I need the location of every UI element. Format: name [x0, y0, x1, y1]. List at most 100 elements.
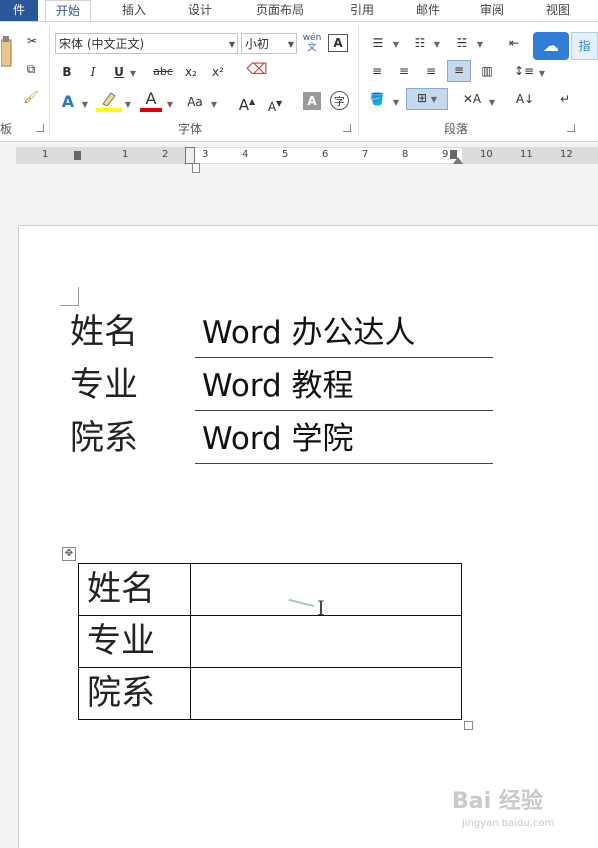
paste-icon[interactable]: [0, 36, 14, 75]
cloud-icon[interactable]: ☁: [533, 32, 569, 60]
borders-icon[interactable]: ⊞ ▼: [406, 88, 448, 110]
change-case-button[interactable]: Aa: [182, 92, 208, 112]
show-marks-icon[interactable]: ↵: [555, 90, 575, 108]
first-line-indent-marker[interactable]: [185, 147, 195, 164]
ruler-number: 10: [480, 149, 493, 160]
grow-font-button[interactable]: A▲: [236, 92, 258, 115]
ruler-number: 8: [402, 149, 409, 160]
grow-font-text: A: [238, 96, 250, 114]
chevron-down-icon[interactable]: ▼: [432, 34, 442, 54]
align-right-icon[interactable]: ≡: [420, 62, 442, 80]
justify-icon[interactable]: ≡: [447, 60, 471, 82]
clear-formatting-icon[interactable]: ⌫: [246, 60, 268, 78]
line-value[interactable]: Word 办公达人: [202, 313, 416, 353]
superscript-button[interactable]: x²: [208, 62, 228, 82]
chevron-down-icon[interactable]: ▼: [209, 94, 219, 114]
format-painter-icon[interactable]: 🖌: [20, 88, 42, 106]
margin-corner-mark: [60, 287, 79, 306]
chevron-down-icon[interactable]: ▼: [537, 63, 547, 83]
font-group-label: 字体: [178, 122, 203, 136]
bold-button[interactable]: B: [58, 62, 76, 82]
chevron-down-icon[interactable]: ▼: [123, 94, 133, 114]
tab-references[interactable]: 引用: [336, 0, 388, 21]
left-indent-marker[interactable]: [192, 163, 200, 173]
ruler-number: 7: [362, 149, 369, 160]
line-label: 专业: [70, 365, 138, 405]
table-cell[interactable]: [191, 616, 461, 667]
font-launcher[interactable]: [343, 124, 351, 132]
cut-icon[interactable]: ✂: [22, 32, 42, 50]
chevron-down-icon[interactable]: ▼: [165, 94, 175, 114]
ruler-number: 5: [282, 149, 289, 160]
table-cell[interactable]: 专业: [79, 616, 191, 667]
char-border-icon[interactable]: A: [328, 34, 348, 52]
underline-button[interactable]: U: [110, 62, 128, 82]
chevron-down-icon[interactable]: ▼: [391, 92, 401, 112]
line-label: 姓名: [70, 312, 138, 352]
line-value[interactable]: Word 学院: [202, 419, 354, 459]
phonetic-guide-icon[interactable]: wén 文: [301, 33, 323, 53]
chevron-down-icon[interactable]: ▼: [128, 63, 138, 83]
ruler-number: 4: [242, 149, 249, 160]
tab-view[interactable]: 视图: [532, 0, 584, 21]
chevron-down-icon[interactable]: ▼: [80, 94, 90, 114]
info-table[interactable]: 姓名 专业 院系: [78, 563, 462, 720]
ruler-number: 3: [202, 149, 209, 160]
tab-mailings[interactable]: 邮件: [402, 0, 454, 21]
table-cell[interactable]: 院系: [79, 668, 191, 720]
tab-insert[interactable]: 插入: [108, 0, 160, 21]
table-cell[interactable]: [191, 564, 461, 615]
italic-button[interactable]: I: [84, 62, 102, 82]
subscript-button[interactable]: x₂: [181, 62, 201, 82]
bullets-icon[interactable]: ☰: [366, 34, 390, 52]
asian-layout-icon[interactable]: ✕A: [460, 90, 484, 108]
sort-icon[interactable]: A↓: [513, 90, 537, 108]
copy-icon[interactable]: ⧉: [20, 60, 42, 78]
chevron-down-icon[interactable]: ▼: [475, 34, 485, 54]
chevron-down-icon[interactable]: ▼: [391, 34, 401, 54]
paragraph-launcher[interactable]: [567, 124, 575, 132]
horizontal-ruler[interactable]: 1 1 2 3 4 5 6 7 8 9 10 11 12: [16, 147, 598, 164]
distributed-icon[interactable]: ▥: [476, 62, 498, 80]
watermark-url: jingyan.baidu.com: [462, 818, 555, 829]
ruler-number: 6: [322, 149, 329, 160]
table-cell[interactable]: [191, 668, 461, 720]
shrink-font-button[interactable]: A▼: [264, 94, 286, 117]
char-shading-button[interactable]: A: [303, 92, 321, 110]
font-color-button[interactable]: A: [140, 90, 162, 112]
chevron-down-icon[interactable]: ▼: [487, 92, 497, 112]
align-center-icon[interactable]: ≡: [393, 62, 415, 80]
chevron-down-icon[interactable]: ▼: [229, 34, 235, 55]
tab-page-layout[interactable]: 页面布局: [240, 0, 320, 21]
tab-home[interactable]: 开始: [45, 0, 91, 23]
align-left-icon[interactable]: ≡: [366, 62, 388, 80]
table-cell[interactable]: 姓名: [79, 564, 191, 615]
multilevel-list-icon[interactable]: ☵: [450, 34, 474, 52]
tab-design[interactable]: 设计: [172, 0, 228, 21]
shading-icon[interactable]: 🪣: [366, 90, 388, 108]
highlight-color-icon[interactable]: [96, 90, 122, 112]
underline: [195, 463, 493, 464]
tab-review[interactable]: 审阅: [466, 0, 518, 21]
ribbon: ✂ ⧉ 🖌 板 宋体 (中文正文) ▼ 小初 ▼ wén 文 A B I U ▼ …: [0, 21, 598, 142]
font-size-combo[interactable]: 小初 ▼: [241, 33, 297, 54]
column-marker[interactable]: [74, 151, 81, 160]
table-resize-handle[interactable]: [464, 721, 473, 730]
right-indent-marker[interactable]: [453, 157, 463, 164]
text-effects-button[interactable]: A: [58, 92, 78, 112]
chevron-down-icon[interactable]: ▼: [288, 34, 294, 55]
strikethrough-button[interactable]: abc: [150, 62, 176, 82]
clipboard-launcher[interactable]: [36, 124, 44, 132]
line-value[interactable]: Word 教程: [202, 366, 354, 406]
table-move-handle-icon[interactable]: ✥: [62, 547, 76, 561]
ruler-number: 1: [122, 149, 129, 160]
line-spacing-icon[interactable]: ↕≡: [513, 62, 535, 80]
table-row-label: 姓名: [87, 569, 155, 609]
enclose-char-button[interactable]: 字: [330, 91, 349, 110]
font-name-combo[interactable]: 宋体 (中文正文) ▼: [55, 33, 238, 54]
decrease-indent-icon[interactable]: ⇤: [503, 34, 525, 52]
tab-file[interactable]: 件: [0, 0, 38, 21]
table-row-label: 专业: [87, 621, 155, 661]
right-panel-button[interactable]: 指: [571, 32, 598, 60]
numbering-icon[interactable]: ☷: [408, 34, 432, 52]
